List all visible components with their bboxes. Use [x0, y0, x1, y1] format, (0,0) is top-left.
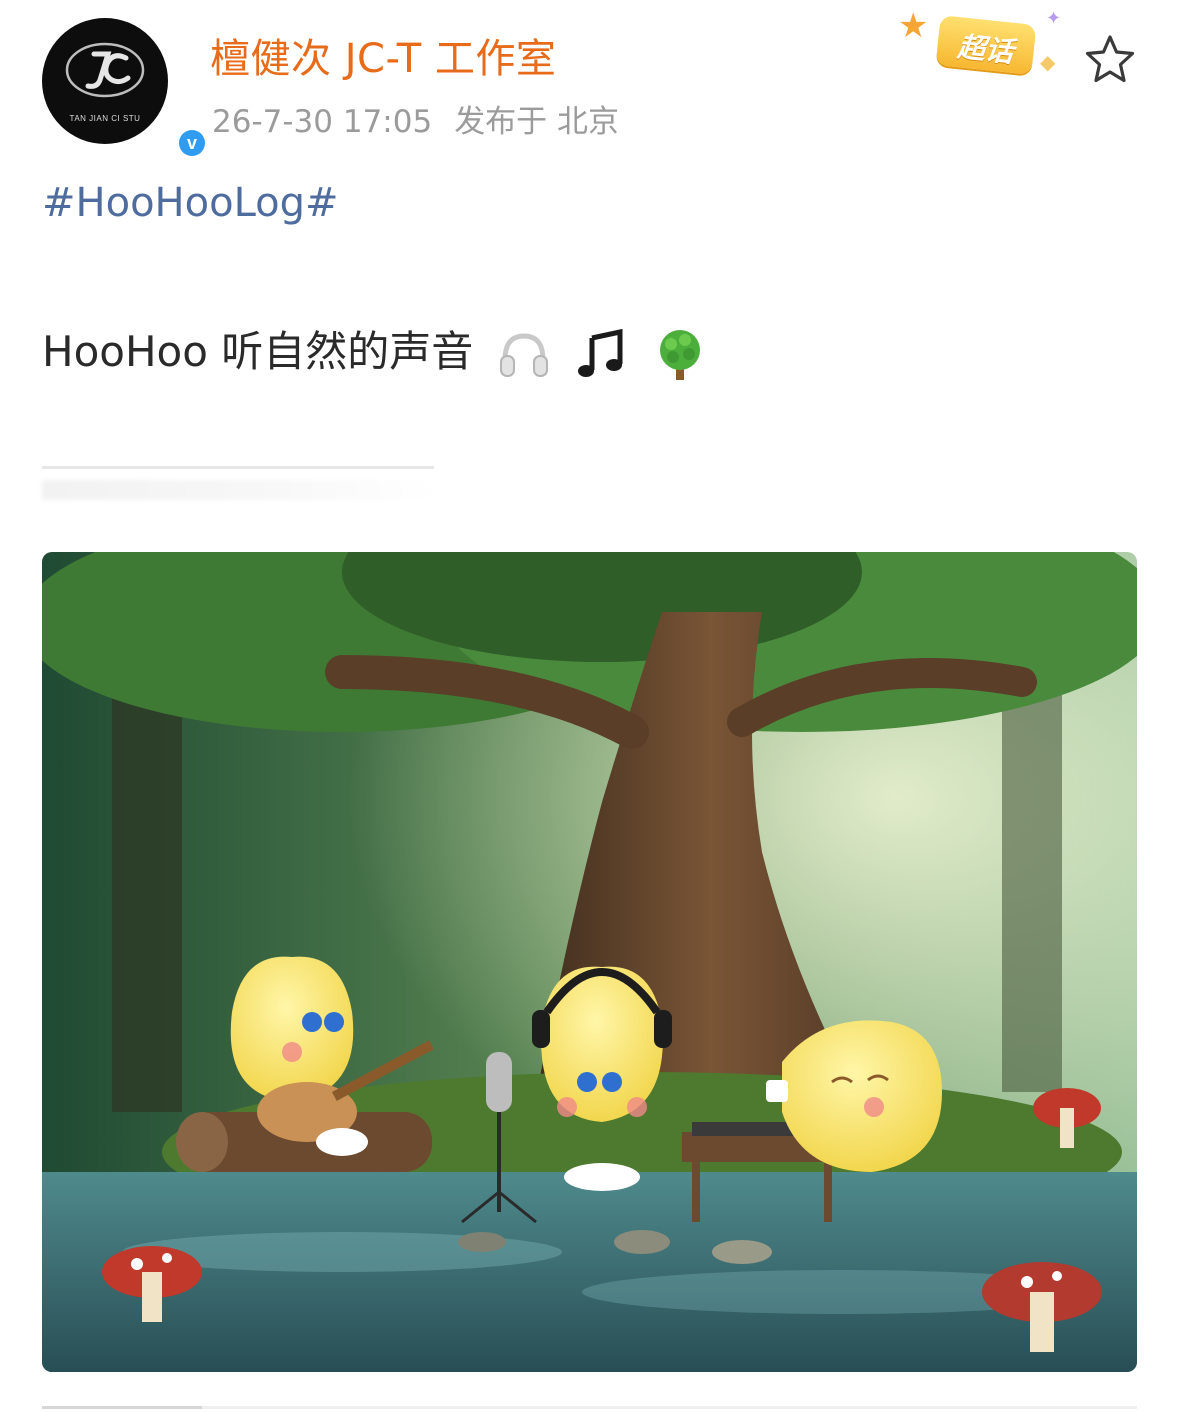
post-body-text: HooHoo 听自然的声音: [42, 318, 709, 384]
tree-icon: [660, 329, 701, 380]
diamond-icon: ◆: [1040, 50, 1056, 74]
post-timestamp: 26-7-30 17:05: [212, 104, 433, 140]
bottom-divider: [42, 1406, 1137, 1409]
author-avatar[interactable]: TAN JIAN CI STU v: [42, 18, 208, 159]
star-sparkle-icon: ★: [898, 6, 929, 46]
post-meta: 26-7-30 17:05 发布于 北京: [212, 96, 619, 141]
blur-content: [42, 480, 434, 500]
blurred-text-placeholder: [42, 462, 434, 508]
blur-divider: [42, 466, 434, 469]
post-hashtag[interactable]: #HooHooLog#: [42, 180, 339, 226]
verified-badge-icon: v: [176, 127, 208, 159]
verified-mark: v: [179, 130, 205, 156]
jc-logo-icon: [65, 42, 145, 98]
chaohua-badge[interactable]: ★ ✦ 超话 ◆: [898, 6, 1088, 84]
forest-illustration-image[interactable]: [42, 552, 1137, 1372]
star-outline-icon[interactable]: [1082, 32, 1138, 88]
chaohua-label: 超话: [955, 30, 1016, 69]
headphones-icon: [499, 332, 548, 377]
post-location: 发布于 北京: [454, 104, 620, 140]
author-name[interactable]: 檀健次 JC-T 工作室: [210, 26, 556, 84]
sparkle-icon: ✦: [1046, 8, 1062, 29]
post-text: HooHoo 听自然的声音: [42, 327, 474, 376]
avatar-caption: TAN JIAN CI STU: [69, 114, 141, 123]
bottom-divider-accent: [42, 1406, 202, 1409]
music-note-icon: [578, 328, 623, 377]
chaohua-label-badge: 超话: [935, 15, 1037, 75]
